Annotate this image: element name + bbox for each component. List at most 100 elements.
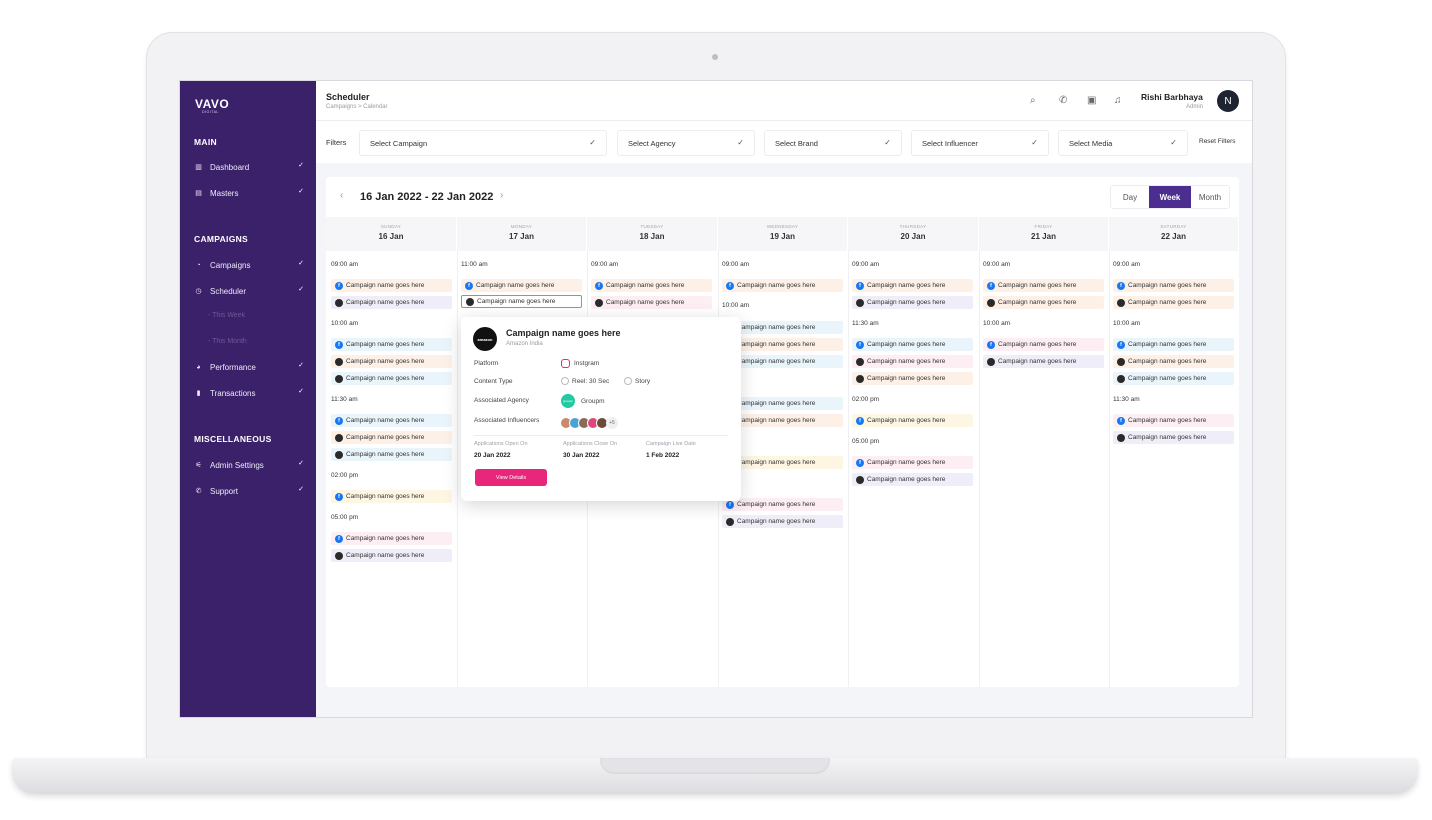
event-chip[interactable]: fCampaign name goes here [722,498,843,511]
event-chip[interactable]: fCampaign name goes here [331,338,452,351]
brand-logo-icon [1117,433,1125,442]
sidebar-item-admin-settings[interactable]: ⚟ Admin Settings ✓ [194,457,304,473]
sidebar-item-transactions[interactable]: ▮ Transactions ✓ [194,385,304,401]
event-chip[interactable]: Campaign name goes here [331,431,452,444]
chevron-down-icon: ✓ [298,162,304,169]
brand-logo-icon [1117,374,1125,383]
sidebar-item-support[interactable]: ✆ Support ✓ [194,483,304,499]
event-chip[interactable]: Campaign name goes here [331,355,452,368]
sidebar-item-masters[interactable]: ▤ Masters ✓ [194,185,304,201]
event-chip[interactable]: fCampaign name goes here [722,279,843,292]
event-chip[interactable]: fCampaign name goes here [331,532,452,545]
event-chip[interactable]: Campaign name goes here [852,372,973,385]
event-label: Campaign name goes here [737,518,816,525]
agency-select[interactable]: Select Agency ✓ [617,130,755,156]
event-chip[interactable]: Campaign name goes here [1113,431,1234,444]
event-chip[interactable]: Campaign name goes here [983,355,1104,368]
influencer-select[interactable]: Select Influencer ✓ [911,130,1049,156]
brand-logo-icon [1117,357,1125,366]
chevron-down-icon: ✓ [298,260,304,267]
facebook-icon: f [856,458,864,467]
media-select[interactable]: Select Media ✓ [1058,130,1188,156]
event-label: Campaign name goes here [737,400,816,407]
chevron-left-icon[interactable]: ‹ [340,190,343,201]
event-chip[interactable]: Campaign name goes here [331,296,452,309]
event-chip[interactable]: Campaign name goes here [1113,355,1234,368]
event-chip[interactable]: fCampaign name goes here [1113,338,1234,351]
phone-icon[interactable]: ✆ [1059,95,1067,106]
sidebar-sub-this-month[interactable]: - This Month [208,338,247,345]
sliders-icon: ⚟ [195,462,202,469]
event-chip[interactable]: fCampaign name goes here [461,279,582,292]
event-label: Campaign name goes here [346,299,425,306]
view-month-button[interactable]: Month [1191,186,1229,208]
time-label: 09:00 am [1113,261,1141,268]
facebook-icon: f [856,340,864,349]
sidebar-item-label: Transactions [210,388,256,398]
sidebar-item-performance[interactable]: ◕ Performance ✓ [194,359,304,375]
event-chip[interactable]: Campaign name goes here [591,296,712,309]
filters-bar: Filters Select Campaign ✓ Select Agency … [316,121,1252,163]
day-date: 21 Jan [1031,232,1056,241]
view-details-button[interactable]: View Details [475,469,547,486]
event-chip[interactable]: Campaign name goes here [331,549,452,562]
campaign-select[interactable]: Select Campaign ✓ [359,130,607,156]
app-logo[interactable]: VAVO [195,97,229,111]
time-label: 09:00 am [331,261,359,268]
platform-label: Platform [474,360,499,367]
event-chip[interactable]: Campaign name goes here [983,296,1104,309]
sidebar-item-scheduler[interactable]: ◷ Scheduler ✓ [194,283,304,299]
event-chip-selected[interactable]: Campaign name goes here [461,295,582,308]
event-label: Campaign name goes here [346,341,425,348]
event-chip[interactable]: Campaign name goes here [852,296,973,309]
user-name[interactable]: Rishi Barbhaya [1141,92,1203,102]
sidebar-item-campaigns[interactable]: ◔ Campaigns ✓ [194,257,304,273]
day-date: 16 Jan [378,232,404,241]
event-chip[interactable]: fCampaign name goes here [331,490,452,503]
sidebar-sub-this-week[interactable]: - This Week [208,312,245,319]
event-chip[interactable]: fCampaign name goes here [852,338,973,351]
event-chip[interactable]: Campaign name goes here [331,448,452,461]
influencers-label: Associated Influencers [474,417,540,424]
chevron-down-icon: ✓ [298,460,304,467]
breadcrumb[interactable]: Campaigns > Calendar [326,104,388,110]
time-label: 11:30 am [331,396,358,403]
event-chip[interactable]: fCampaign name goes here [852,279,973,292]
event-chip[interactable]: fCampaign name goes here [591,279,712,292]
event-chip[interactable]: fCampaign name goes here [331,279,452,292]
event-chip[interactable]: Campaign name goes here [722,515,843,528]
event-chip[interactable]: fCampaign name goes here [852,414,973,427]
search-icon[interactable]: ⌕ [1030,95,1036,106]
event-chip[interactable]: Campaign name goes here [852,473,973,486]
event-chip[interactable]: fCampaign name goes here [852,456,973,469]
reset-filters-link[interactable]: Reset Filters [1199,138,1235,145]
event-chip[interactable]: Campaign name goes here [331,372,452,385]
event-chip[interactable]: Campaign name goes here [852,355,973,368]
event-chip[interactable]: fCampaign name goes here [1113,414,1234,427]
event-chip[interactable]: fCampaign name goes here [983,338,1104,351]
event-label: Campaign name goes here [1128,282,1207,289]
bar-chart-icon: ▥ [195,164,202,171]
event-chip[interactable]: fCampaign name goes here [983,279,1104,292]
bell-icon[interactable]: ♫ [1114,95,1122,106]
sidebar-item-dashboard[interactable]: ▥ Dashboard ✓ [194,159,304,175]
brand-select[interactable]: Select Brand ✓ [764,130,902,156]
time-label: 05:00 pm [852,438,880,445]
view-day-button[interactable]: Day [1111,186,1149,208]
event-chip[interactable]: Campaign name goes here [1113,372,1234,385]
event-label: Campaign name goes here [737,282,816,289]
chevron-down-icon: ✓ [298,362,304,369]
day-header-friday: FRIDAY 21 Jan [979,217,1109,251]
view-toggle: Day Week Month [1110,185,1230,209]
brand-logo-icon [856,475,864,484]
facebook-icon: f [465,281,473,290]
chevron-right-icon[interactable]: › [500,190,503,201]
event-chip[interactable]: fCampaign name goes here [331,414,452,427]
event-label: Campaign name goes here [346,493,425,500]
avatar[interactable]: N [1217,90,1239,112]
chat-icon[interactable]: ▣ [1087,95,1096,106]
event-chip[interactable]: fCampaign name goes here [1113,279,1234,292]
view-week-button[interactable]: Week [1149,186,1191,208]
event-chip[interactable]: Campaign name goes here [1113,296,1234,309]
influencers-more-badge[interactable]: +5 [606,417,618,429]
